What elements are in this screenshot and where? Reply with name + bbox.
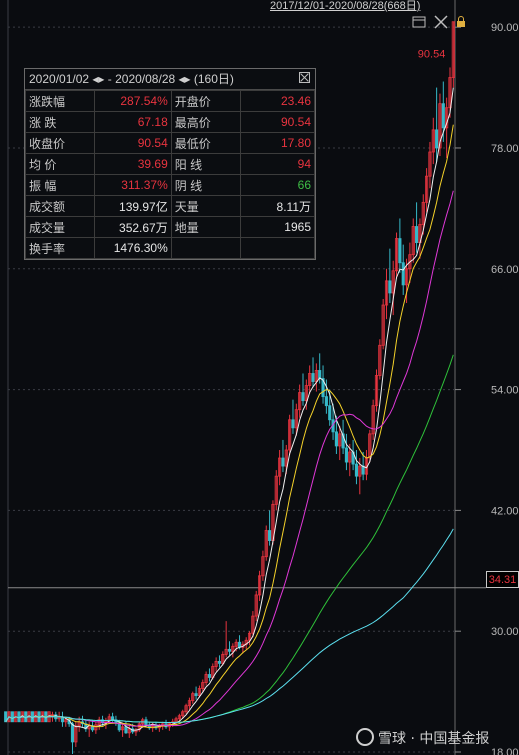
stats-row: 振 幅 311.37% 阴 线 66 [24,174,316,196]
candle-body [441,103,445,129]
y-tick-label: 42.00 [491,505,519,517]
stats-panel: 2020/01/02 ◂▸ - 2020/08/28 ◂▸ (160日) 涨跌幅… [24,68,316,260]
candle-body [207,674,212,678]
candle-body [401,262,405,286]
stats-row: 成交额 139.97亿 天量 8.11万 [24,195,316,217]
stats-value: 8.11万 [239,195,316,217]
candle-body [291,419,295,429]
candle-body [388,280,392,294]
stats-label: 最低价 [170,132,241,154]
candle-body [334,431,338,447]
candle-body [268,530,272,541]
stats-value: 352.67万 [94,216,172,238]
stats-label: 天量 [170,195,241,217]
toolbar-icons [412,14,466,29]
stats-label: 最高价 [170,111,241,133]
stats-value: 139.97亿 [94,195,172,217]
stats-row: 涨跌幅 287.54% 开盘价 23.46 [24,90,316,112]
stats-value: 1476.30% [94,237,172,259]
stats-row: 均 价 39.69 阳 线 94 [24,153,316,175]
stats-row: 成交量 352.67万 地量 1965 [24,216,316,238]
stats-value: 287.54% [94,90,172,112]
y-tick-label: 78.00 [491,143,519,155]
stats-label: 阳 线 [170,153,241,175]
candle-body [217,660,222,664]
stats-value: 1965 [239,216,316,238]
candle-body [111,716,115,721]
candle-body [324,396,328,407]
stats-value: 39.69 [94,153,172,175]
stats-value: 90.54 [94,132,172,154]
stats-value: 66 [239,174,316,196]
stats-label [170,237,241,259]
candle-body [435,129,439,149]
stats-label: 成交量 [24,216,96,238]
stats-value: 67.18 [94,111,172,133]
stats-value: 17.80 [239,132,316,154]
stats-value: 23.46 [239,90,316,112]
watermark-text: 雪球 · 中国基金报 [378,731,490,747]
stats-table: 涨跌幅 287.54% 开盘价 23.46 涨 跌 67.18 最高价 90.54 收盘价 90.… [24,90,316,259]
stats-label: 涨跌幅 [24,90,96,112]
candle-body [354,463,359,477]
candle-body [281,457,285,467]
candle-body [344,447,348,463]
y-tick-label: 66.00 [491,264,519,276]
y-tick-label: 54.00 [491,385,519,397]
candle-body [194,693,198,697]
candle-body [70,723,75,743]
close-icon[interactable] [299,72,310,83]
candle-body [124,726,128,734]
stats-label: 收盘价 [24,132,96,154]
stats-value: 311.37% [94,174,172,196]
lock-icon[interactable] [456,15,466,28]
high-annotation: 90.54 [418,49,446,61]
stats-row: 收盘价 90.54 最低价 17.80 [24,132,316,154]
stats-label: 换手率 [24,237,96,259]
stats-row: 涨 跌 67.18 最高价 90.54 [24,111,316,133]
xueqiu-logo-icon [356,728,374,746]
candle-body [10,711,14,723]
candle-body [227,648,232,652]
stats-label: 成交额 [24,195,96,217]
stats-value: 90.54 [239,111,316,133]
close-cross-icon[interactable] [434,14,448,29]
stats-label: 地量 [170,216,241,238]
stats-panel-header: 2020/01/02 ◂▸ - 2020/08/28 ◂▸ (160日) [25,69,315,90]
stats-label: 振 幅 [24,174,96,196]
window-icon[interactable] [412,16,426,28]
stats-label: 阴 线 [170,174,241,196]
watermark: 雪球 · 中国基金报 [356,728,489,748]
current-price-label: 34.31 [486,571,519,588]
candle-body [398,238,402,264]
y-tick-label: 18.00 [491,747,519,755]
y-tick-label: 90.00 [491,22,519,34]
stats-value: 94 [239,153,316,175]
stats-value [239,237,316,259]
stats-label: 均 价 [24,153,96,175]
candle-body [301,392,305,402]
stats-panel-title: 2020/01/02 ◂▸ - 2020/08/28 ◂▸ (160日) [29,72,234,86]
date-range-label: 2017/12/01-2020/08/28(668日) [270,0,421,12]
candle-body [311,373,315,382]
stats-label: 涨 跌 [24,111,96,133]
stats-label: 开盘价 [170,90,241,112]
stats-row: 换手率 1476.30% [24,237,316,259]
candle-body [328,405,332,421]
candle-body [415,226,419,244]
y-tick-label: 30.00 [491,626,519,638]
